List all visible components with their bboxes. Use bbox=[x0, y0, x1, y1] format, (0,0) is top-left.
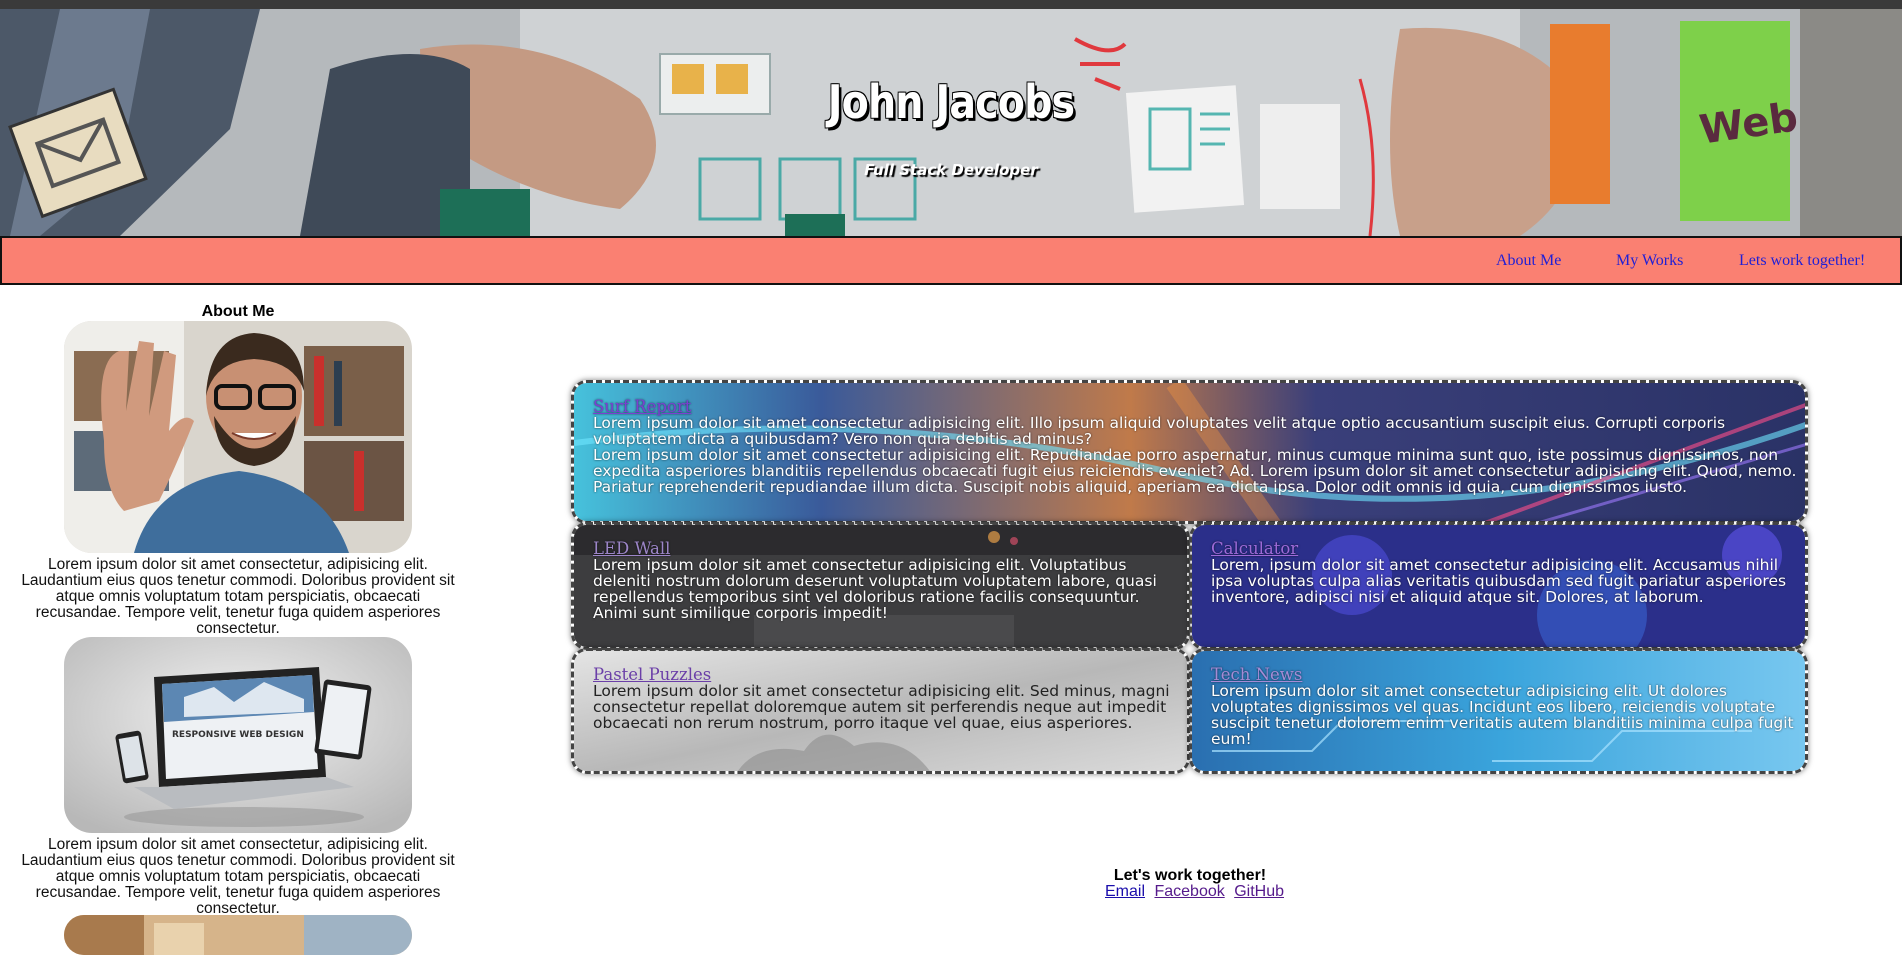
nav-link-work-together[interactable]: Lets work together! bbox=[1739, 252, 1865, 270]
about-me-bio-1: Lorem ipsum dolor sit amet consectetur, … bbox=[21, 556, 455, 637]
main-nav: About Me My Works Lets work together! bbox=[0, 236, 1902, 285]
site-title: John Jacobs bbox=[827, 75, 1075, 129]
responsive-devices-image: RESPONSIVE WEB DESIGN bbox=[64, 637, 412, 833]
laptop-screen-text: RESPONSIVE WEB DESIGN bbox=[172, 730, 304, 740]
project-desc-pastel-puzzles: Lorem ipsum dolor sit amet consectetur a… bbox=[593, 682, 1170, 732]
project-desc-surf-report-1: Lorem ipsum dolor sit amet consectetur a… bbox=[593, 414, 1726, 448]
project-title-calculator[interactable]: Calculator bbox=[1211, 540, 1805, 557]
facebook-link[interactable]: Facebook bbox=[1154, 883, 1224, 900]
project-desc-surf-report-2: Lorem ipsum dolor sit amet consectetur a… bbox=[593, 446, 1797, 496]
about-me-bio-2: Lorem ipsum dolor sit amet consectetur, … bbox=[21, 836, 455, 917]
project-title-surf-report[interactable]: Surf Report bbox=[593, 398, 1805, 415]
profile-photo bbox=[64, 321, 412, 553]
project-desc-tech-news: Lorem ipsum dolor sit amet consectetur a… bbox=[1211, 682, 1794, 748]
contact-links: Email Facebook GitHub bbox=[1105, 883, 1289, 901]
project-title-tech-news[interactable]: Tech News bbox=[1211, 666, 1805, 683]
nav-link-about-me[interactable]: About Me bbox=[1496, 252, 1561, 270]
project-card-calculator[interactable]: Calculator Lorem, ipsum dolor sit amet c… bbox=[1189, 522, 1808, 650]
project-card-led-wall[interactable]: LED Wall Lorem ipsum dolor sit amet cons… bbox=[571, 522, 1190, 650]
site-subtitle: Full Stack Developer bbox=[864, 161, 1038, 179]
project-card-surf-report[interactable]: Surf Report Lorem ipsum dolor sit amet c… bbox=[571, 380, 1808, 524]
project-desc-led-wall: Lorem ipsum dolor sit amet consectetur a… bbox=[593, 556, 1157, 622]
email-link[interactable]: Email bbox=[1105, 883, 1145, 900]
project-desc-calculator: Lorem, ipsum dolor sit amet consectetur … bbox=[1211, 556, 1787, 606]
browser-top-strip bbox=[0, 0, 1902, 9]
project-card-pastel-puzzles[interactable]: Pastel Puzzles Lorem ipsum dolor sit ame… bbox=[571, 648, 1190, 774]
hero-banner: Web John Jacobs Full Stack Developer bbox=[0, 9, 1902, 236]
nav-link-my-works[interactable]: My Works bbox=[1616, 252, 1683, 270]
project-title-pastel-puzzles[interactable]: Pastel Puzzles bbox=[593, 666, 1187, 683]
project-card-tech-news[interactable]: Tech News Lorem ipsum dolor sit amet con… bbox=[1189, 648, 1808, 774]
github-link[interactable]: GitHub bbox=[1234, 883, 1284, 900]
about-me-heading: About Me bbox=[201, 303, 275, 320]
project-title-led-wall[interactable]: LED Wall bbox=[593, 540, 1187, 557]
workspace-photo bbox=[64, 915, 412, 955]
